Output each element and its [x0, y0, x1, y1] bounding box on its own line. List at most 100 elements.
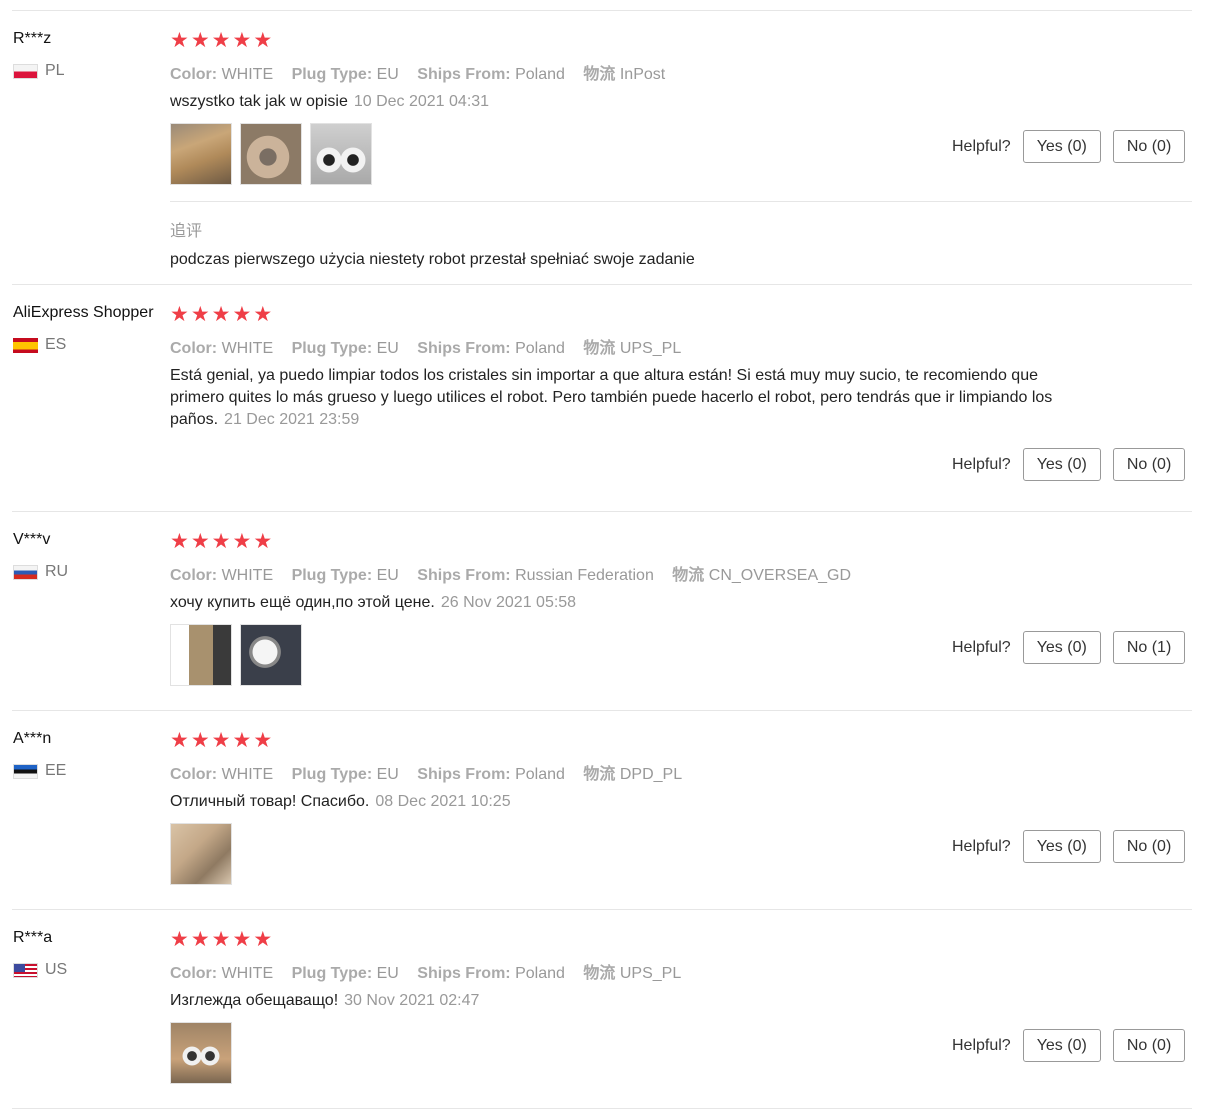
country-code: RU: [45, 563, 69, 580]
helpful-no-button[interactable]: No (0): [1112, 130, 1186, 163]
review-text: хочу купить ещё один,по этой цене. 26 Nov…: [170, 594, 577, 611]
review-photo-thumbnail[interactable]: [170, 624, 232, 686]
star-icon: ★: [190, 728, 210, 752]
star-icon: ★: [211, 28, 231, 52]
star-icon: ★: [253, 728, 273, 752]
followup-text: podczas pierwszego użycia niestety robot…: [170, 251, 695, 268]
top-divider: [12, 10, 1192, 11]
helpful-yes-button[interactable]: Yes (0): [1022, 1029, 1101, 1062]
review-date: 26 Nov 2021 05:58: [440, 594, 577, 611]
helpful-yes-button[interactable]: Yes (0): [1022, 830, 1101, 863]
country-code: US: [45, 961, 68, 978]
star-rating: ★ ★ ★ ★ ★: [170, 728, 273, 752]
helpful-vote: Helpful? Yes (0) No (0): [952, 1029, 1197, 1062]
followup-title: 追评: [170, 223, 203, 240]
review-photos: [170, 123, 372, 185]
star-rating: ★ ★ ★ ★ ★: [170, 28, 273, 52]
review-divider: [12, 511, 1192, 512]
helpful-no-button[interactable]: No (0): [1112, 830, 1186, 863]
reviewer-country: RU: [13, 563, 68, 581]
reviewer-name: R***a: [13, 929, 53, 946]
star-icon: ★: [170, 28, 189, 52]
star-icon: ★: [170, 302, 189, 326]
country-code: EE: [45, 762, 67, 779]
helpful-yes-button[interactable]: Yes (0): [1022, 631, 1101, 664]
reviewer-country: ES: [13, 336, 66, 354]
reviewer-country: EE: [13, 762, 66, 780]
review-date: 30 Nov 2021 02:47: [344, 992, 480, 1009]
flag-es-icon: [13, 337, 38, 353]
flag-us-icon: [13, 962, 38, 978]
helpful-no-button[interactable]: No (1): [1112, 631, 1186, 664]
reviewer-name: R***z: [13, 30, 52, 47]
star-icon: ★: [211, 302, 231, 326]
review-text: Изглежда обещаващо! 30 Nov 2021 02:47: [170, 992, 480, 1009]
star-rating: ★ ★ ★ ★ ★: [170, 302, 273, 326]
star-icon: ★: [232, 28, 252, 52]
review-divider: [12, 710, 1192, 711]
review-photo-thumbnail[interactable]: [170, 1022, 232, 1084]
helpful-yes-button[interactable]: Yes (0): [1022, 448, 1101, 481]
review-text: wszystko tak jak w opisie 10 Dec 2021 04:…: [170, 93, 490, 110]
star-icon: ★: [232, 302, 252, 326]
flag-ee-icon: [13, 763, 38, 779]
star-icon: ★: [170, 728, 189, 752]
country-code: ES: [45, 336, 67, 353]
followup-divider: [170, 201, 1192, 202]
reviewer-name: V***v: [13, 531, 51, 548]
star-icon: ★: [253, 927, 273, 951]
helpful-no-button[interactable]: No (0): [1112, 1029, 1186, 1062]
flag-pl-icon: [13, 63, 38, 79]
review-divider: [12, 1108, 1192, 1109]
star-icon: ★: [170, 529, 189, 553]
flag-ru-icon: [13, 564, 38, 580]
review-photo-thumbnail[interactable]: [240, 123, 302, 185]
reviewer-country: PL: [13, 62, 65, 80]
helpful-no-button[interactable]: No (0): [1112, 448, 1186, 481]
review-photo-thumbnail[interactable]: [310, 123, 372, 185]
review-photos: [170, 823, 232, 885]
review-photos: [170, 624, 302, 686]
review-photo-thumbnail[interactable]: [170, 823, 232, 885]
review-text: Está genial, ya puedo limpiar todos los …: [170, 367, 1053, 428]
reviewer-name: A***n: [13, 730, 52, 747]
reviewer-name: AliExpress Shopper: [13, 304, 154, 321]
star-icon: ★: [211, 728, 231, 752]
star-rating: ★ ★ ★ ★ ★: [170, 529, 273, 553]
review-photo-thumbnail[interactable]: [240, 624, 302, 686]
star-icon: ★: [232, 728, 252, 752]
star-icon: ★: [253, 302, 273, 326]
star-icon: ★: [253, 529, 273, 553]
review-divider: [12, 284, 1192, 285]
product-attributes: Color: WHITE Plug Type: EU Ships From: P…: [170, 66, 666, 83]
product-attributes: Color: WHITE Plug Type: EU Ships From: P…: [170, 766, 683, 783]
star-icon: ★: [232, 927, 252, 951]
star-rating: ★ ★ ★ ★ ★: [170, 927, 273, 951]
star-icon: ★: [232, 529, 252, 553]
review-date: 21 Dec 2021 23:59: [224, 411, 360, 428]
star-icon: ★: [211, 529, 231, 553]
star-icon: ★: [190, 927, 210, 951]
product-attributes: Color: WHITE Plug Type: EU Ships From: P…: [170, 340, 682, 357]
helpful-yes-button[interactable]: Yes (0): [1022, 130, 1101, 163]
star-icon: ★: [190, 28, 210, 52]
star-icon: ★: [170, 927, 189, 951]
helpful-vote: Helpful? Yes (0) No (0): [952, 130, 1197, 163]
review-text: Отличный товар! Спасибо. 08 Dec 2021 10:2…: [170, 793, 511, 810]
helpful-vote: Helpful? Yes (0) No (0): [952, 830, 1197, 863]
review-photos: [170, 1022, 232, 1084]
star-icon: ★: [190, 302, 210, 326]
reviewer-country: US: [13, 961, 67, 979]
product-attributes: Color: WHITE Plug Type: EU Ships From: R…: [170, 567, 852, 584]
review-date: 10 Dec 2021 04:31: [353, 93, 490, 110]
helpful-vote: Helpful? Yes (0) No (0): [952, 448, 1197, 481]
country-code: PL: [45, 62, 65, 79]
helpful-vote: Helpful? Yes (0) No (1): [952, 631, 1197, 664]
review-divider: [12, 909, 1192, 910]
star-icon: ★: [211, 927, 231, 951]
product-attributes: Color: WHITE Plug Type: EU Ships From: P…: [170, 965, 682, 982]
review-date: 08 Dec 2021 10:25: [375, 793, 511, 810]
review-photo-thumbnail[interactable]: [170, 123, 232, 185]
star-icon: ★: [253, 28, 273, 52]
star-icon: ★: [190, 529, 210, 553]
